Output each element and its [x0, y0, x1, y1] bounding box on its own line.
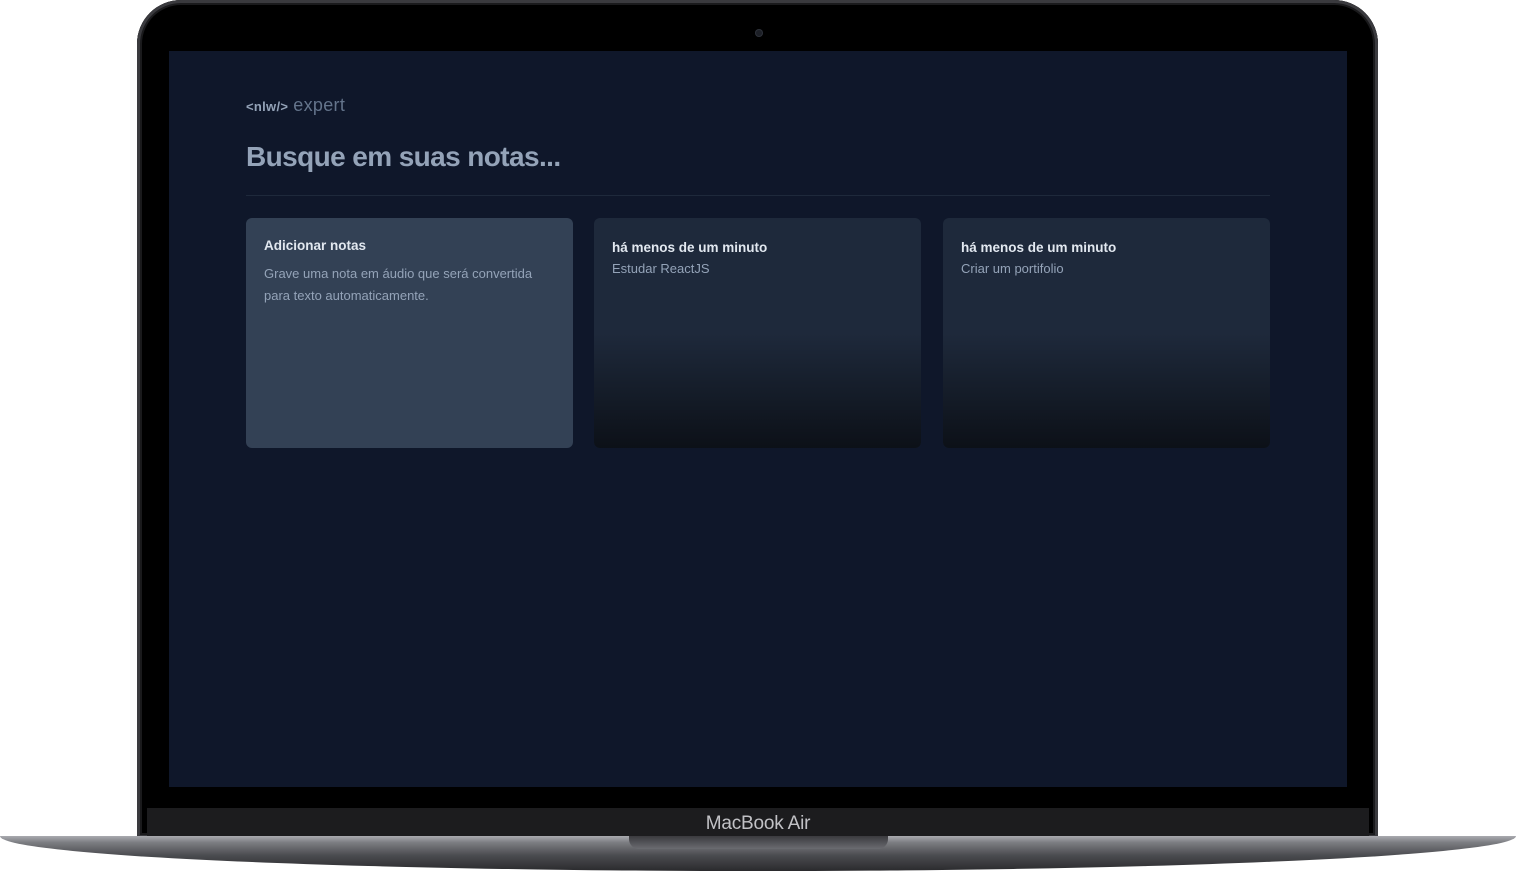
note-card[interactable]: há menos de um minuto Criar um portifoli… [943, 218, 1270, 448]
laptop-notch [629, 836, 888, 849]
device-label: MacBook Air [705, 813, 811, 834]
logo-name: expert [293, 95, 346, 115]
add-note-title: Adicionar notas [264, 238, 367, 253]
note-content: Criar um portifolio [961, 261, 1064, 276]
logo-tag: <nlw/> [246, 99, 289, 114]
note-card[interactable]: há menos de um minuto Estudar ReactJS [594, 218, 921, 448]
notes-grid: Adicionar notas Grave uma nota em áudio … [246, 218, 1270, 448]
app-screen: <nlw/> expert Adicionar notas Grave uma … [169, 51, 1347, 787]
note-date: há menos de um minuto [961, 240, 1117, 255]
note-content: Estudar ReactJS [612, 261, 710, 276]
add-note-description: Grave uma nota em áudio que será convert… [264, 266, 533, 303]
app-logo: <nlw/> expert [246, 95, 345, 116]
divider [246, 195, 1270, 196]
add-note-card[interactable]: Adicionar notas Grave uma nota em áudio … [246, 218, 573, 448]
camera-icon [755, 29, 763, 37]
note-date: há menos de um minuto [612, 240, 768, 255]
search-input[interactable] [246, 135, 1270, 179]
